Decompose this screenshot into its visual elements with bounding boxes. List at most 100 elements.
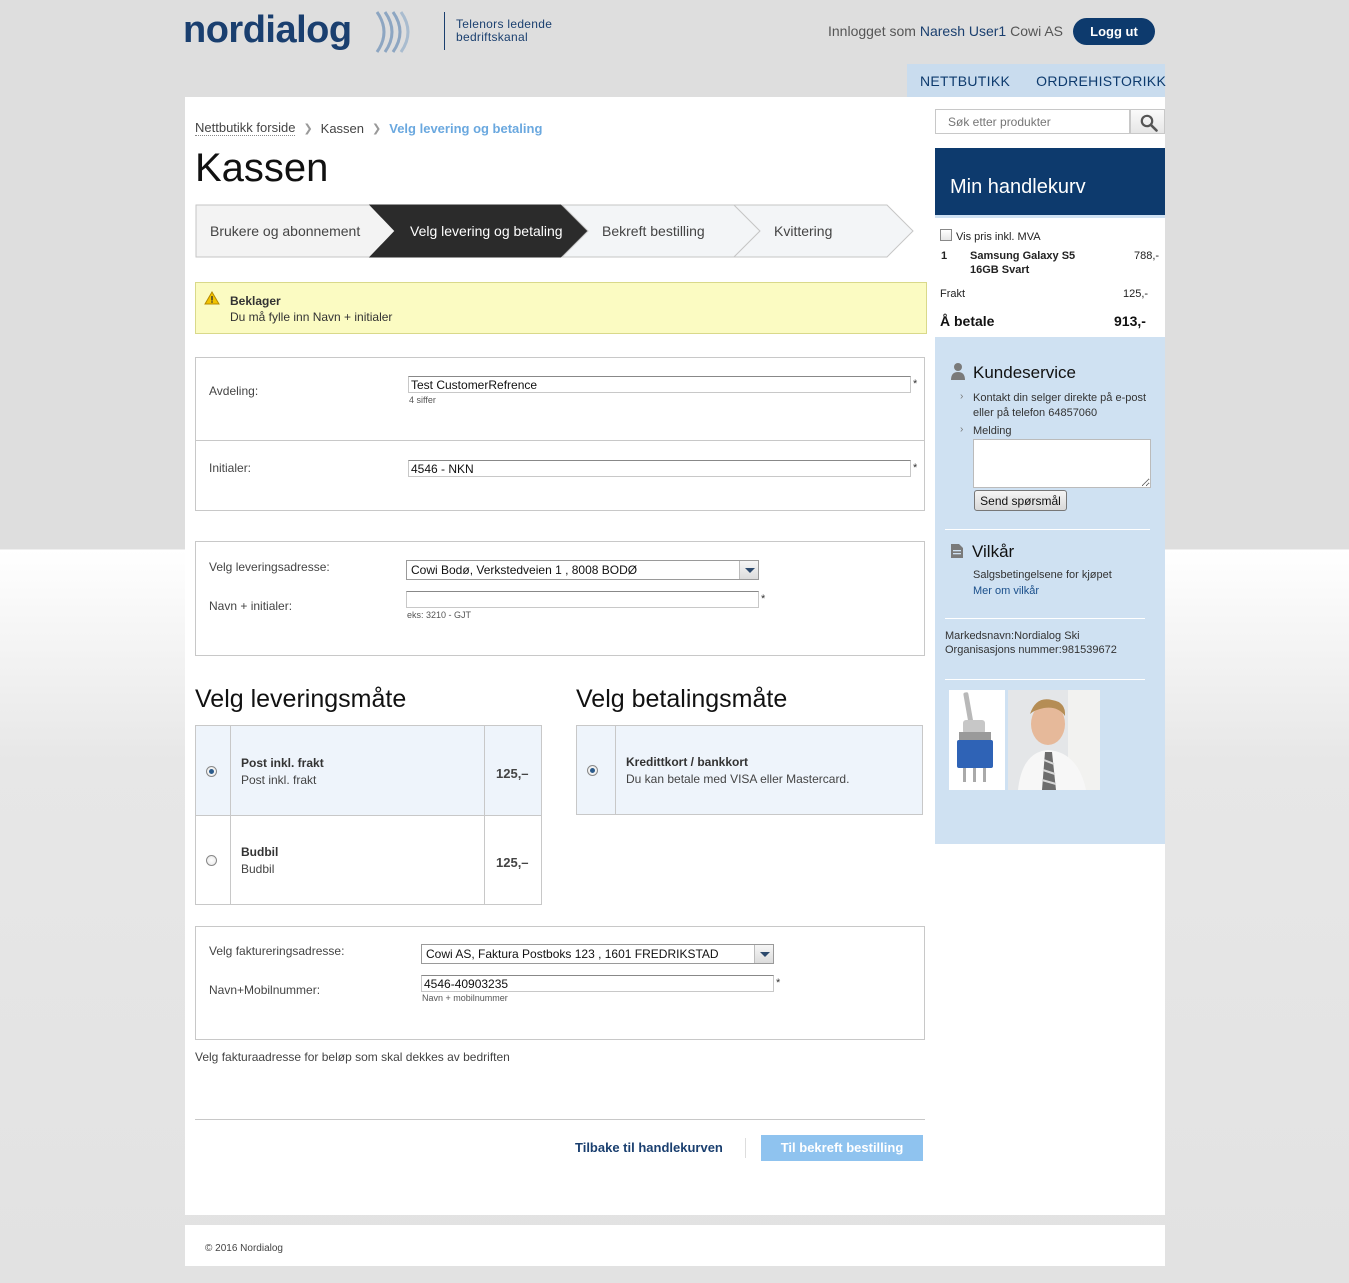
page-title: Kassen xyxy=(195,146,329,190)
divider xyxy=(195,1119,925,1120)
chevron-right-icon: ❯ xyxy=(303,122,313,135)
cart-item-name: Samsung Galaxy S5 xyxy=(970,250,1076,262)
error-title: Beklager xyxy=(230,294,281,308)
top-nav: NETTBUTIKK ORDREHISTORIKK xyxy=(907,64,1166,97)
search-icon xyxy=(1140,114,1158,132)
vat-label: Vis pris inkl. MVA xyxy=(956,231,1041,243)
person-photo-icon xyxy=(1008,690,1100,790)
message-textarea[interactable] xyxy=(973,439,1151,488)
delivery-option-post[interactable] xyxy=(196,726,541,815)
warning-icon xyxy=(204,291,220,305)
option-name: Kredittkort / bankkort xyxy=(626,755,749,769)
delivery-method-title: Velg leveringsmåte xyxy=(195,685,407,713)
divider xyxy=(945,679,1145,680)
copyright: © 2016 Nordialog xyxy=(205,1243,283,1254)
contact-line-2: eller på telefon 64857060 xyxy=(973,407,1098,419)
billing-address-label: Velg faktureringsadresse: xyxy=(209,944,345,958)
cart-item-price: 788,- xyxy=(1134,250,1160,262)
toggle-switch-image[interactable] xyxy=(949,690,1005,790)
confirm-order-button[interactable]: Til bekreft bestilling xyxy=(761,1135,923,1161)
customer-service-photo[interactable] xyxy=(1008,690,1100,790)
required-marker: * xyxy=(761,593,766,605)
terms-text: Salgsbetingelsene for kjøpet xyxy=(973,569,1112,581)
nav-item-ordrehistorikk[interactable]: ORDREHISTORIKK xyxy=(1036,73,1166,89)
search-input[interactable] xyxy=(935,109,1130,134)
option-name: Post inkl. frakt xyxy=(241,756,324,770)
cart-header: Min handlekurv xyxy=(935,148,1165,222)
customer-service-title: Kundeservice xyxy=(973,363,1077,382)
department-label: Avdeling: xyxy=(209,384,259,398)
option-desc: Budbil xyxy=(241,862,275,876)
logged-in-prefix: Innlogget som xyxy=(828,23,916,39)
cart-title: Min handlekurv xyxy=(950,176,1086,198)
breadcrumb: Nettbutikk forside ❯ Kassen ❯ Velg lever… xyxy=(195,120,542,136)
initials-input[interactable] xyxy=(408,460,911,477)
tagline: Telenors ledende bedriftskanal xyxy=(456,18,552,44)
tagline-line-2: bedriftskanal xyxy=(456,30,528,44)
payment-option-card[interactable] xyxy=(577,726,922,814)
delivery-radio-post[interactable] xyxy=(206,766,217,777)
delivery-radio-budbil[interactable] xyxy=(206,855,217,866)
nav-item-nettbutikk[interactable]: NETTBUTIKK xyxy=(920,73,1010,89)
step-delivery-payment: Velg levering og betaling xyxy=(410,223,563,239)
message-label: Melding xyxy=(973,425,1012,437)
contact-line-1: Kontakt din selger direkte på e-post xyxy=(973,392,1147,404)
payment-radio-card[interactable] xyxy=(587,765,598,776)
billing-name-input[interactable] xyxy=(421,975,774,992)
logo-divider xyxy=(444,12,445,50)
delivery-option-budbil[interactable] xyxy=(196,816,541,905)
option-desc: Post inkl. frakt xyxy=(241,773,317,787)
divider xyxy=(230,726,231,904)
user-info: Innlogget som Naresh User1 Cowi AS xyxy=(828,23,1063,39)
divider xyxy=(484,726,485,904)
chevron-right-icon: › xyxy=(960,424,964,435)
shipping-label: Frakt xyxy=(940,288,966,300)
cart-item-variant: 16GB Svart xyxy=(970,264,1030,276)
person-icon xyxy=(951,363,965,380)
delivery-address-value: Cowi Bodø, Verkstedveien 1 , 8008 BODØ xyxy=(411,563,638,577)
vat-checkbox[interactable] xyxy=(940,229,952,241)
breadcrumb-kassen[interactable]: Kassen xyxy=(321,121,364,136)
divider xyxy=(196,440,924,441)
cart-item-qty: 1 xyxy=(941,250,948,262)
nordialog-logo[interactable]: nordialog xyxy=(183,10,433,54)
shipping-price: 125,- xyxy=(1123,288,1149,300)
delivery-name-label: Navn + initialer: xyxy=(209,599,293,613)
logo-text: nordialog xyxy=(183,9,352,51)
delivery-address-select[interactable]: Cowi Bodø, Verkstedveien 1 , 8008 BODØ xyxy=(406,560,759,580)
breadcrumb-home[interactable]: Nettbutikk forside xyxy=(195,120,296,136)
footer: © 2016 Nordialog xyxy=(185,1225,1165,1266)
send-question-button[interactable]: Send spørsmål xyxy=(974,490,1067,511)
chevron-right-icon: ❯ xyxy=(372,122,382,135)
error-text: Du må fylle inn Navn + initialer xyxy=(230,310,393,324)
option-name: Budbil xyxy=(241,845,279,859)
required-marker: * xyxy=(913,378,918,390)
divider xyxy=(745,1138,746,1158)
user-name: Naresh User1 xyxy=(919,23,1007,39)
total-label: Å betale xyxy=(940,313,995,329)
billing-address-select[interactable]: Cowi AS, Faktura Postboks 123 , 1601 FRE… xyxy=(421,944,774,964)
logout-button[interactable]: Logg ut xyxy=(1073,18,1155,45)
divider xyxy=(615,726,616,814)
more-terms-link[interactable]: Mer om vilkår xyxy=(973,585,1039,597)
total-price: 913,- xyxy=(1114,313,1146,329)
document-icon xyxy=(951,544,963,558)
department-input[interactable] xyxy=(408,376,911,393)
divider xyxy=(196,815,541,816)
department-hint: 4 siffer xyxy=(409,395,436,405)
error-message: Beklager Du må fylle inn Navn + initiale… xyxy=(195,282,927,334)
chevron-down-icon[interactable] xyxy=(739,561,758,579)
company-name: Cowi AS xyxy=(1010,23,1064,39)
search-button[interactable] xyxy=(1130,109,1165,134)
required-marker: * xyxy=(913,462,918,474)
delivery-name-input[interactable] xyxy=(406,591,759,608)
toggle-switch-icon xyxy=(957,692,993,782)
logo-waves-icon xyxy=(375,11,410,53)
divider xyxy=(945,529,1150,530)
chevron-down-icon[interactable] xyxy=(754,945,773,963)
option-desc: Du kan betale med VISA eller Mastercard. xyxy=(626,772,850,786)
delivery-name-hint: eks: 3210 - GJT xyxy=(407,610,472,620)
back-to-cart-link[interactable]: Tilbake til handlekurven xyxy=(575,1140,723,1155)
market-name: Markedsnavn:Nordialog Ski xyxy=(945,630,1080,642)
option-price: 125,– xyxy=(496,766,529,781)
